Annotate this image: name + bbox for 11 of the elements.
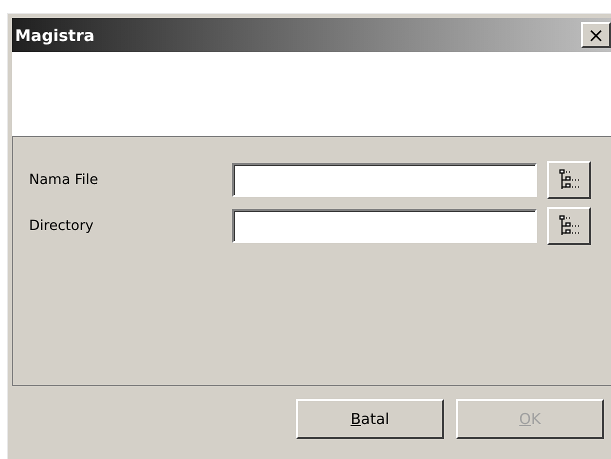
tree-icon [558,168,580,192]
browse-button[interactable] [547,161,591,199]
window-title: Magistra [15,26,95,44]
tree-icon [558,214,580,238]
field-label: Nama File [29,172,98,188]
cancel-button[interactable]: Batal [296,399,444,439]
text-field[interactable] [232,209,537,243]
text-field[interactable] [232,163,537,197]
browse-button[interactable] [547,207,591,245]
field-label: Directory [29,218,94,234]
close-button[interactable]: × [581,22,611,48]
